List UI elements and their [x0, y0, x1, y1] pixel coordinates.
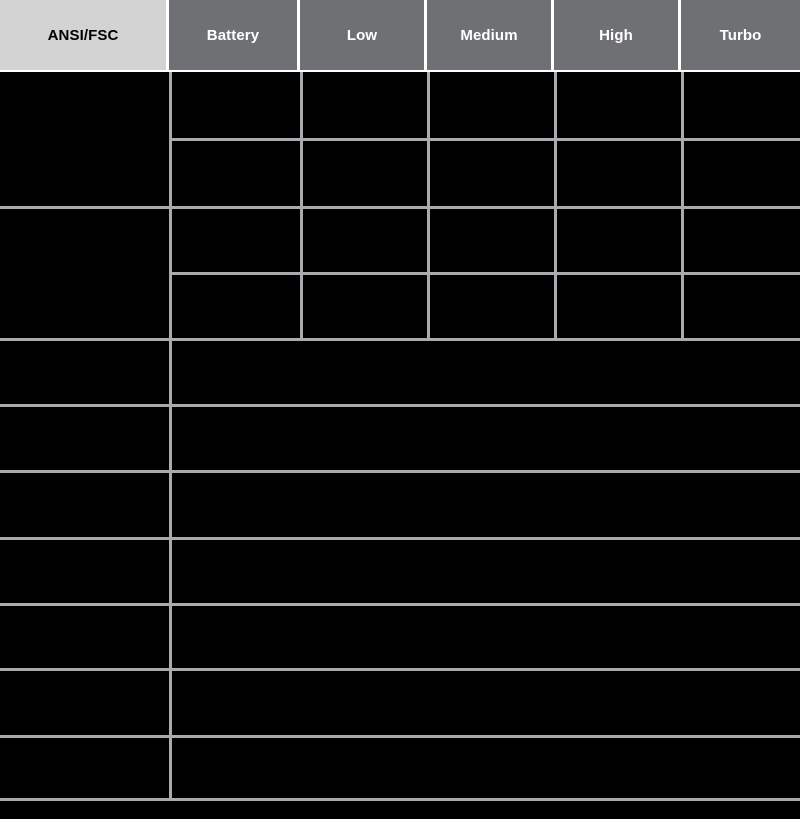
table-row [172, 671, 800, 735]
table-row [172, 72, 300, 138]
table-row [0, 473, 169, 537]
table-row [0, 606, 169, 669]
table-row [0, 72, 169, 206]
table-row [0, 206, 169, 338]
grid-line-h [169, 272, 800, 275]
table-row [0, 671, 169, 735]
table-row [172, 341, 800, 404]
table-row [303, 72, 427, 138]
table-row [172, 209, 300, 272]
grid-line-v [427, 72, 430, 338]
grid-line-v [554, 72, 557, 338]
grid-line-h [0, 668, 800, 671]
grid-line-h [0, 735, 800, 738]
table-row [430, 275, 554, 338]
grid-line-h [0, 603, 800, 606]
table-row [303, 275, 427, 338]
table-row [430, 72, 554, 138]
grid-line-h [0, 470, 800, 473]
table-row [172, 406, 800, 470]
table-row [557, 72, 681, 138]
table-row [303, 209, 427, 272]
table-row [557, 275, 681, 338]
bottom-filler [0, 801, 800, 819]
grid-line-h [0, 404, 800, 407]
table-row [684, 72, 800, 138]
table-row [172, 473, 800, 537]
grid-line-h [0, 338, 800, 341]
table-row [684, 141, 800, 206]
table-row [172, 141, 300, 206]
spec-table: ANSI/FSC Battery Low Medium High Turbo [0, 0, 800, 819]
table-row [0, 406, 169, 470]
grid-line-v [300, 72, 303, 338]
table-row [684, 275, 800, 338]
table-row [172, 738, 800, 798]
table-row [172, 275, 300, 338]
table-row [0, 540, 169, 603]
column-header-battery: Battery [169, 0, 300, 70]
grid-line-h [169, 138, 800, 141]
table-row [303, 141, 427, 206]
grid-line-h [0, 206, 800, 209]
table-row [430, 141, 554, 206]
table-row [0, 341, 169, 404]
column-header-ansi-fsc: ANSI/FSC [0, 0, 169, 70]
table-row [430, 209, 554, 272]
column-header-high: High [554, 0, 681, 70]
grid-line-h [0, 537, 800, 540]
grid-line-v [681, 72, 684, 338]
table-row [172, 540, 800, 603]
table-row [172, 606, 800, 669]
table-header-row: ANSI/FSC Battery Low Medium High Turbo [0, 0, 800, 70]
table-row [684, 209, 800, 272]
table-body [0, 72, 800, 801]
column-header-low: Low [300, 0, 427, 70]
grid-line-v [169, 72, 172, 801]
table-row [557, 209, 681, 272]
column-header-medium: Medium [427, 0, 554, 70]
column-header-turbo: Turbo [681, 0, 800, 70]
table-row [557, 141, 681, 206]
table-row [0, 738, 169, 798]
